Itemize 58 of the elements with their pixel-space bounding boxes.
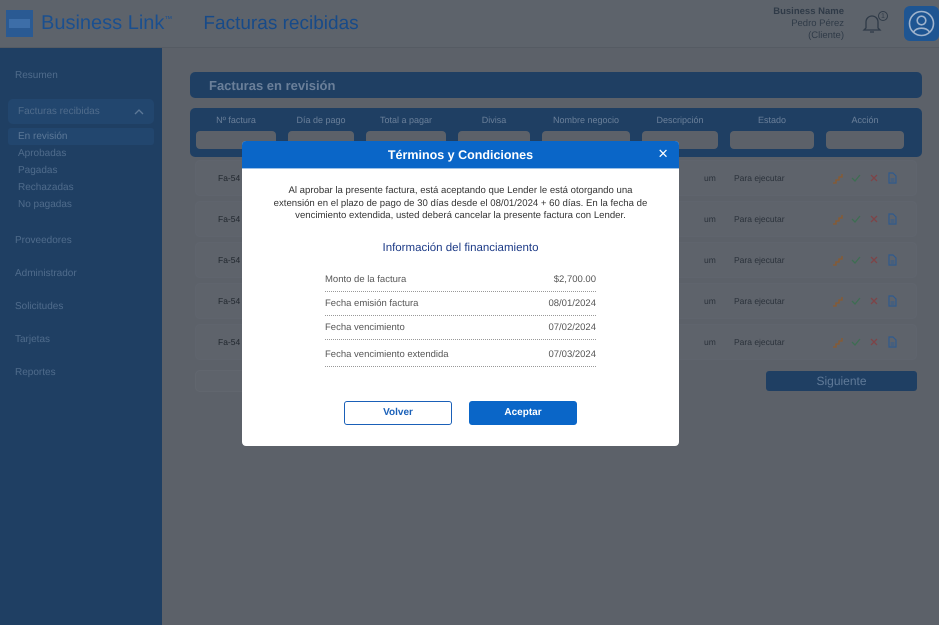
user-icon: [908, 10, 935, 37]
check-icon[interactable]: [850, 172, 862, 184]
column-header: Acción: [850, 115, 880, 125]
table-cell: Fa-54: [218, 337, 240, 347]
check-icon[interactable]: [850, 295, 862, 307]
info-value: 07/02/2024: [548, 320, 596, 334]
document-icon[interactable]: [886, 172, 898, 184]
back-button[interactable]: Volver: [344, 400, 452, 424]
table-cell: Fa-54: [218, 173, 240, 183]
page-title: Facturas recibidas: [203, 12, 359, 34]
brand-name: Business Link$^{™}$: [41, 12, 172, 35]
stairs-icon[interactable]: [832, 213, 844, 225]
column-header: Nº factura: [215, 115, 257, 125]
info-value: 07/03/2024: [548, 348, 596, 362]
table-cell: Fa-54: [218, 255, 240, 265]
info-value: 08/01/2024: [548, 296, 596, 310]
close-icon[interactable]: [868, 172, 880, 184]
panel-title-bar: Facturas en revisión: [190, 72, 922, 98]
logo-icon: [6, 10, 33, 37]
column-header: Día de pago: [295, 115, 347, 125]
stairs-icon[interactable]: [832, 295, 844, 307]
close-icon[interactable]: [868, 336, 880, 348]
stairs-icon[interactable]: [832, 254, 844, 266]
avatar-button[interactable]: [904, 6, 939, 41]
table-cell: Fa-54: [218, 214, 240, 224]
sidebar-subitem[interactable]: En revisión: [8, 128, 154, 145]
filter-field[interactable]: [730, 131, 814, 149]
table-cell: Fa-54: [218, 296, 240, 306]
info-label: Fecha emisión factura: [325, 296, 418, 310]
accept-button[interactable]: Aceptar: [469, 400, 577, 424]
document-icon[interactable]: [886, 336, 898, 348]
close-icon[interactable]: [868, 295, 880, 307]
info-label: Fecha vencimiento extendida: [325, 348, 449, 362]
document-icon[interactable]: [886, 295, 898, 307]
filter-field[interactable]: [826, 131, 904, 149]
column-header: Estado: [756, 115, 788, 125]
terms-message: Al aprobar la presente factura, está aceptando que Lender le está otorgando una extensión en el plazo de pago de 30 días desde el 08/01/2024 + 60 días. En la fecha de vencimiento extendida, usted deberá cancelar la presente factura con Lender.: [272, 185, 648, 222]
close-icon[interactable]: [868, 213, 880, 225]
section-title: Información del financiamiento: [382, 242, 540, 254]
check-icon[interactable]: [850, 213, 862, 225]
document-icon[interactable]: [886, 254, 898, 266]
close-icon[interactable]: [868, 254, 880, 266]
document-icon[interactable]: [886, 213, 898, 225]
column-header: Divisa: [480, 115, 508, 125]
info-label: Monto de la factura: [325, 272, 406, 286]
column-header: Total a pagar: [378, 115, 434, 125]
info-value: $2,700.00: [554, 272, 596, 286]
close-button[interactable]: ×: [656, 144, 670, 164]
check-icon[interactable]: [850, 254, 862, 266]
chevron-up-icon: [134, 108, 144, 114]
stairs-icon[interactable]: [832, 172, 844, 184]
stairs-icon[interactable]: [832, 336, 844, 348]
modal-title: Términos y Condiciones: [388, 148, 534, 162]
check-icon[interactable]: [850, 336, 862, 348]
info-label: Fecha vencimiento: [325, 320, 405, 334]
column-header: Descripción: [655, 115, 705, 125]
column-header: Nombre negocio: [552, 115, 620, 125]
next-button[interactable]: Siguiente: [766, 371, 917, 391]
